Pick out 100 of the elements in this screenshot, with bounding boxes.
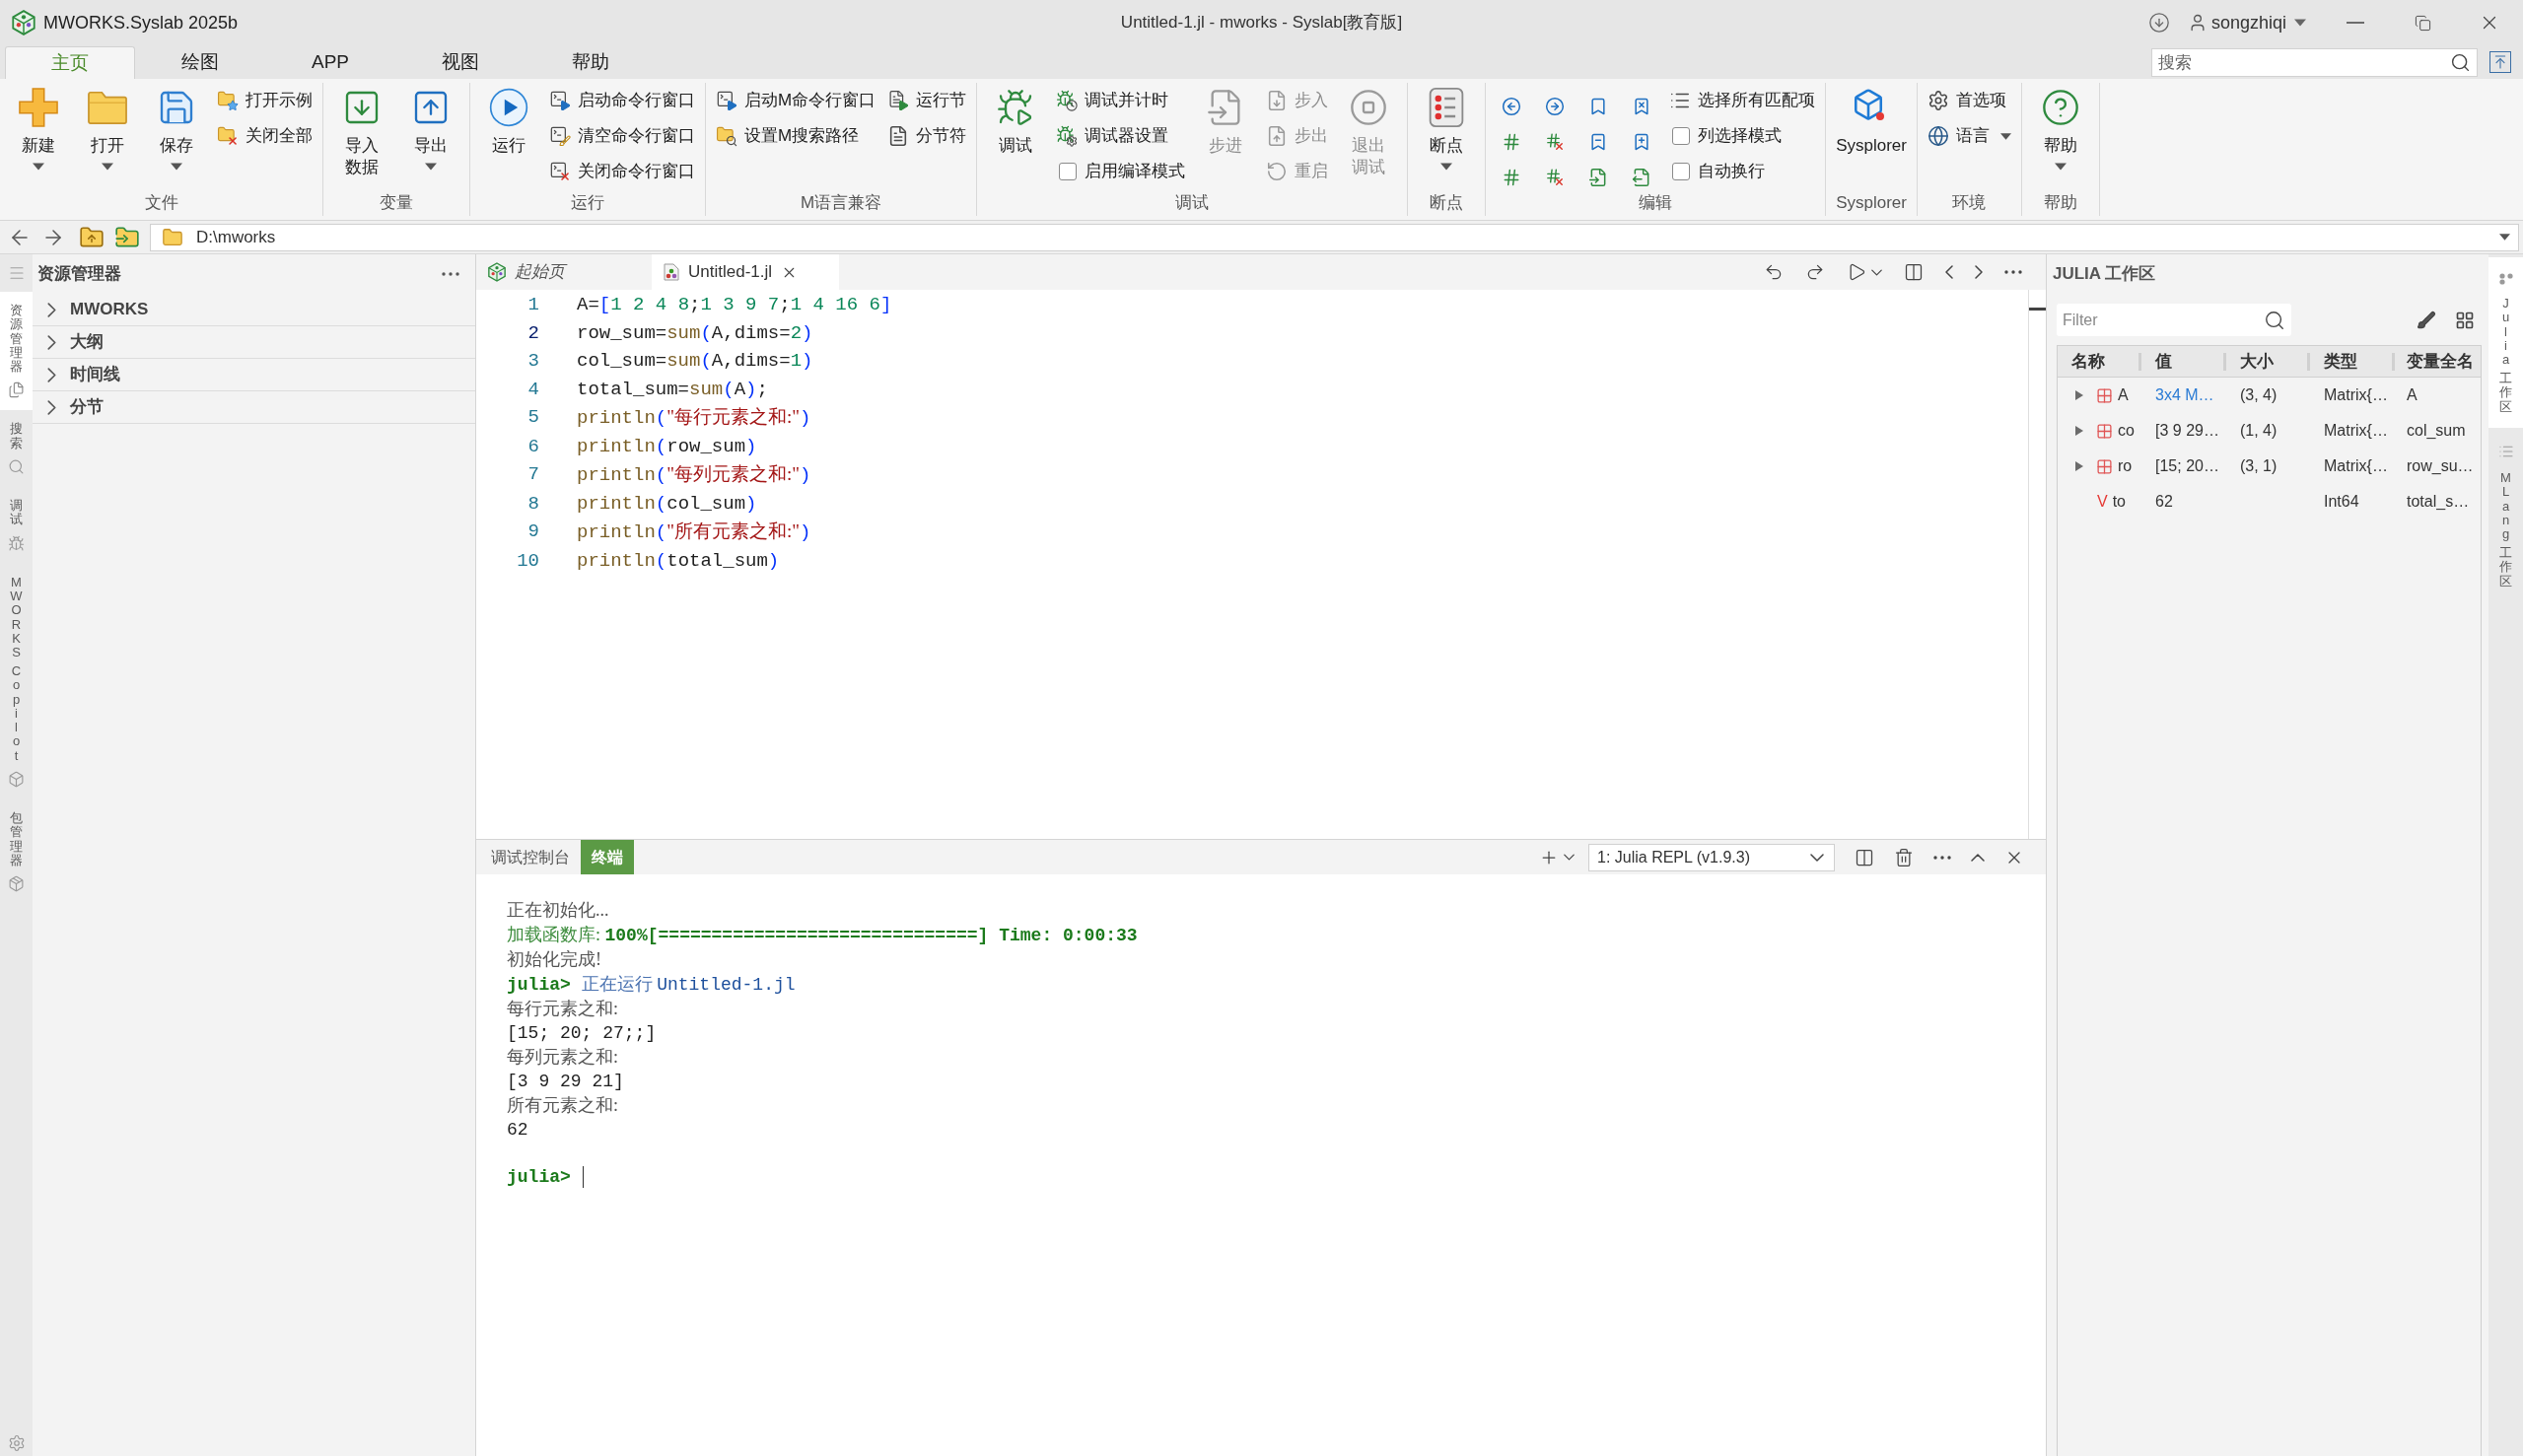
activity-tab[interactable]: MWORKS Copilot [0, 563, 33, 800]
hash-x-icon[interactable] [1545, 132, 1566, 152]
checkbox[interactable] [1059, 163, 1078, 180]
expand-arrow-icon[interactable] [2075, 390, 2083, 400]
redo-icon[interactable] [1805, 262, 1825, 282]
ribbon-tab[interactable]: 帮助 [526, 46, 656, 79]
activity-tab[interactable]: 资源管理器 [0, 292, 33, 411]
ribbon-checkbox[interactable]: 列选择模式 [1669, 118, 1816, 154]
terminal-line: 正在初始化... [507, 899, 609, 922]
section-header[interactable]: MWORKS [33, 294, 475, 326]
table-cell-text: total_s… [2407, 492, 2470, 512]
split-icon[interactable] [1855, 847, 1874, 867]
group-label: 断点 [1430, 192, 1464, 214]
table-cell-text: Matrix{… [2324, 421, 2388, 441]
hash-x-icon[interactable] [1545, 168, 1566, 187]
section-header[interactable]: 时间线 [33, 359, 475, 391]
chevron-left-icon[interactable] [1945, 265, 1953, 279]
ribbon-button[interactable]: 帮助 [2032, 83, 2089, 171]
side-tab[interactable]: Julia 工作区 [2488, 257, 2523, 428]
activity-tab[interactable]: 调试 [0, 487, 33, 564]
ribbon-tab[interactable]: APP [265, 46, 395, 79]
checkbox[interactable] [1672, 163, 1691, 180]
ribbon-button[interactable]: 启动命令行窗口 [549, 83, 695, 118]
code-line: println(total_sum) [577, 548, 780, 574]
ribbon-button[interactable]: 设置M搜索路径 [716, 118, 876, 154]
ribbon-button[interactable]: 启动M命令行窗口 [716, 83, 876, 118]
chevron-right-icon[interactable] [1975, 265, 1983, 279]
ribbon-button[interactable]: 选择所有匹配项 [1669, 83, 1816, 118]
chevron-down-icon[interactable] [1871, 268, 1882, 276]
ribbon-button[interactable]: 语言 [1927, 118, 2011, 154]
folder-star-icon [217, 90, 239, 111]
search-icon[interactable] [2450, 52, 2471, 73]
settings-icon [1927, 90, 1949, 111]
grid-icon[interactable] [2455, 310, 2475, 330]
ribbon-checkbox[interactable]: 启用编译模式 [1056, 154, 1186, 189]
ribbon-checkbox[interactable]: 自动换行 [1669, 154, 1816, 189]
code-line: println(col_sum) [577, 491, 757, 517]
checkbox[interactable] [1672, 127, 1691, 145]
trash-icon[interactable] [1894, 847, 1914, 867]
ribbon-button[interactable]: 调试 [987, 83, 1045, 157]
section-header[interactable]: 分节 [33, 391, 475, 424]
ribbon-button[interactable]: 保存 [148, 83, 205, 171]
terminal-select[interactable]: 1: Julia REPL (v1.9.3) [1588, 843, 1835, 871]
package-icon [8, 875, 25, 893]
ribbon-button[interactable]: 清空命令行窗口 [549, 118, 695, 154]
column-header[interactable]: 类型 [2324, 348, 2357, 375]
group-label: 调试 [1175, 192, 1210, 214]
help-icon [2041, 88, 2080, 127]
more-icon[interactable] [442, 272, 459, 276]
ribbon-button[interactable]: 运行 [480, 83, 537, 157]
more-icon[interactable] [2004, 270, 2022, 274]
side-tab[interactable]: MLang 工作区 [2488, 427, 2523, 602]
ribbon-button[interactable]: 调试器设置 [1056, 118, 1186, 154]
column-header[interactable]: 变量全名 [2407, 348, 2474, 375]
chevron-down-icon[interactable] [1564, 854, 1575, 861]
table-cell[interactable]: 3x4 M… [2155, 383, 2214, 407]
ribbon-tab[interactable]: 视图 [395, 46, 526, 79]
more-icon[interactable] [1933, 855, 1951, 860]
undo-icon[interactable] [1764, 262, 1784, 282]
ribbon-button[interactable]: Sysplorer [1836, 83, 1907, 157]
section-header[interactable]: 大纲 [33, 326, 475, 359]
download-icon[interactable] [2147, 12, 2170, 34]
ribbon-button[interactable]: 运行节 [887, 83, 967, 118]
bug-clock-icon [1056, 90, 1079, 111]
brush-icon[interactable] [2417, 310, 2436, 330]
ribbon-tab[interactable]: 绘图 [135, 46, 265, 79]
split-icon[interactable] [1904, 262, 1924, 282]
ribbon-button[interactable]: 首选项 [1927, 83, 2011, 118]
line-number: 3 [527, 349, 539, 374]
editor-tab[interactable]: Untitled-1.jl [652, 254, 839, 290]
ribbon-tab[interactable]: 主页 [5, 46, 135, 79]
ribbon-button[interactable]: 分节符 [887, 118, 967, 154]
ribbon-button[interactable]: 断点 [1418, 83, 1476, 171]
editor-tab[interactable]: 起始页 [476, 254, 652, 290]
ribbon-button[interactable]: 关闭命令行窗口 [549, 154, 695, 189]
search-input[interactable]: 搜索 [2158, 49, 2450, 76]
filter-input[interactable]: Filter [2063, 308, 2264, 332]
table-cell-text: A [2407, 385, 2418, 405]
panel-tab[interactable]: 调试控制台 [480, 840, 581, 874]
activity-tab[interactable]: 包管理器 [0, 799, 33, 905]
ribbon-button[interactable]: 打开 [79, 83, 136, 171]
ribbon-button[interactable]: 导入数据 [333, 83, 390, 178]
group-label: 帮助 [2044, 192, 2077, 214]
ribbon-button[interactable]: 调试并计时 [1056, 83, 1186, 118]
ribbon-button[interactable]: 导出 [402, 83, 459, 171]
chevron-up-icon[interactable] [1971, 853, 1985, 862]
expand-arrow-icon[interactable] [2075, 461, 2083, 471]
search-icon[interactable] [2264, 309, 2285, 331]
ribbon-button[interactable]: 关闭全部 [217, 118, 313, 154]
ribbon-button[interactable]: 新建 [10, 83, 67, 171]
terminal-line: 所有元素之和: [507, 1094, 618, 1117]
expand-arrow-icon[interactable] [2075, 426, 2083, 436]
column-header[interactable]: 名称 [2071, 348, 2105, 375]
activity-tab[interactable]: 搜索 [0, 410, 33, 488]
filter-field[interactable]: Filter [2057, 304, 2291, 336]
column-header[interactable]: 值 [2155, 348, 2172, 375]
user-name[interactable]: songzhiqi [2210, 9, 2286, 36]
column-header[interactable]: 大小 [2240, 348, 2274, 375]
ribbon-button[interactable]: 打开示例 [217, 83, 313, 118]
search-field[interactable]: 搜索 [2151, 48, 2478, 77]
